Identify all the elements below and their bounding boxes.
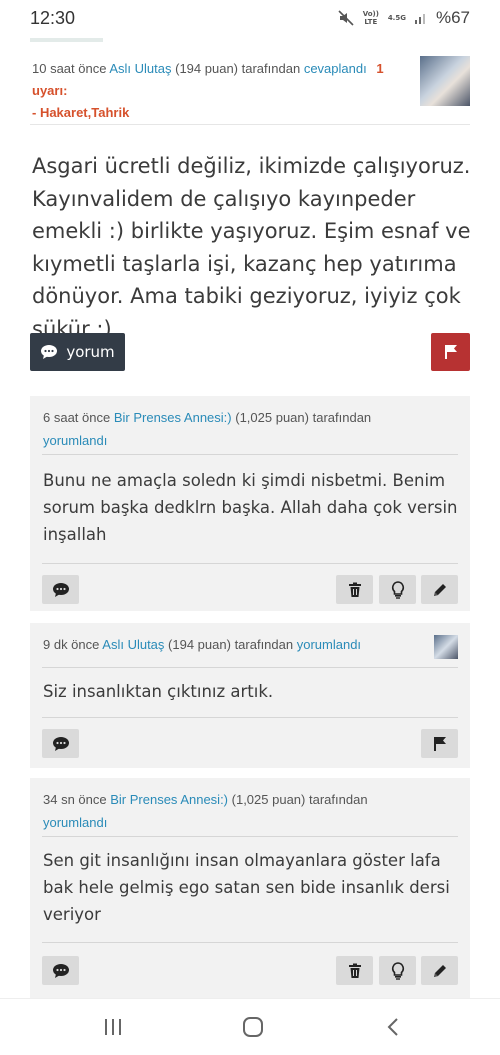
comment-button[interactable]: yorum	[30, 333, 125, 371]
comment-card: 34 sn önce Bir Prenses Annesi:) (1,025 p…	[30, 778, 470, 998]
answer-body: Asgari ücretli değiliz, ikimizde çalışıy…	[32, 154, 471, 341]
pencil-icon	[433, 583, 446, 596]
back-icon	[387, 1018, 398, 1036]
best-answer-button[interactable]	[379, 956, 416, 985]
comment-divider	[42, 942, 458, 943]
comment-divider	[42, 836, 458, 837]
flag-icon	[444, 345, 457, 359]
comment-divider	[42, 454, 458, 455]
edit-button[interactable]	[421, 956, 458, 985]
comment-author-link[interactable]: Bir Prenses Annesi:)	[110, 792, 228, 807]
answer-divider	[30, 124, 470, 125]
comment-card: 9 dk önce Aslı Ulutaş (194 puan) tarafın…	[30, 623, 470, 768]
pencil-icon	[433, 964, 446, 977]
comment-body: Siz insanlıktan çıktınız artık.	[43, 682, 274, 701]
comment-body: Sen git insanlığını insan olmayanlara gö…	[43, 851, 450, 924]
lightbulb-icon	[391, 580, 404, 599]
speech-bubble-icon	[52, 963, 69, 978]
lightbulb-icon	[391, 961, 404, 980]
comment-button-label: yorum	[66, 343, 115, 361]
recent-apps-icon	[105, 1019, 121, 1035]
mute-icon	[338, 10, 354, 26]
comment-divider	[42, 667, 458, 668]
comment-author-link[interactable]: Aslı Ulutaş	[102, 637, 164, 652]
speech-bubble-icon	[41, 345, 58, 359]
battery-level: %67	[435, 8, 470, 27]
comment-time: 6 saat önce	[43, 410, 111, 425]
best-answer-button[interactable]	[379, 575, 416, 604]
answer-author-link[interactable]: Aslı Ulutaş	[109, 61, 171, 76]
back-button[interactable]	[373, 1013, 413, 1041]
home-icon	[243, 1017, 263, 1037]
comment-meta: 6 saat önce Bir Prenses Annesi:) (1,025 …	[43, 406, 423, 452]
comment-points: (1,025 puan)	[231, 792, 306, 807]
comment-divider	[42, 563, 458, 564]
answer-by: tarafından	[241, 61, 301, 76]
comment-card: 6 saat önce Bir Prenses Annesi:) (1,025 …	[30, 396, 470, 611]
comment-divider	[42, 717, 458, 718]
comment-author-link[interactable]: Bir Prenses Annesi:)	[114, 410, 232, 425]
recent-apps-button[interactable]	[93, 1013, 133, 1041]
answer-time: 10 saat önce	[32, 61, 107, 76]
trash-icon	[348, 582, 361, 597]
reply-button[interactable]	[42, 729, 79, 758]
warning-label: uyarı:	[32, 83, 68, 98]
report-button[interactable]	[431, 333, 470, 371]
signal-icon	[414, 14, 425, 24]
home-button[interactable]	[233, 1013, 273, 1041]
network-indicator: 4.5G	[387, 14, 406, 22]
page-content: 10 saat önce Aslı Ulutaş (194 puan) tara…	[0, 38, 500, 998]
status-bar: 12:30 Vo)) LTE 4.5G %67	[0, 0, 500, 38]
warning-reason: - Hakaret,Tahrik	[32, 105, 130, 120]
comment-by: tarafından	[309, 792, 368, 807]
comment-time: 34 sn önce	[43, 792, 107, 807]
status-icons: Vo)) LTE 4.5G %67	[338, 8, 470, 28]
answer-meta: 10 saat önce Aslı Ulutaş (194 puan) tara…	[32, 58, 412, 124]
reply-button[interactable]	[42, 575, 79, 604]
speech-bubble-icon	[52, 582, 69, 597]
answer-action-link[interactable]: cevaplandı	[304, 61, 367, 76]
comment-points: (194 puan)	[168, 637, 231, 652]
comment-author-avatar[interactable]	[434, 635, 458, 659]
trash-icon	[348, 963, 361, 978]
comment-by: tarafından	[234, 637, 294, 652]
comment-action-link[interactable]: yorumlandı	[43, 433, 107, 448]
warning-count: 1	[376, 61, 384, 76]
speech-bubble-icon	[52, 736, 69, 751]
comment-meta: 9 dk önce Aslı Ulutaş (194 puan) tarafın…	[43, 633, 423, 656]
system-nav-bar	[0, 998, 500, 1055]
comment-time: 9 dk önce	[43, 637, 100, 652]
delete-button[interactable]	[336, 575, 373, 604]
comment-action-link[interactable]: yorumlandı	[297, 637, 361, 652]
comment-meta: 34 sn önce Bir Prenses Annesi:) (1,025 p…	[43, 788, 423, 834]
answer-author-avatar[interactable]	[420, 56, 470, 106]
answer-points: (194 puan)	[175, 61, 239, 76]
volte-indicator: Vo)) LTE	[362, 10, 379, 26]
comment-body: Bunu ne amaçla soledn ki şimdi nisbetmi.…	[43, 471, 458, 544]
comment-by: tarafından	[312, 410, 372, 425]
reply-button[interactable]	[42, 956, 79, 985]
delete-button[interactable]	[336, 956, 373, 985]
comment-points: (1,025 puan)	[235, 410, 309, 425]
status-time: 12:30	[30, 8, 76, 28]
edit-button[interactable]	[421, 575, 458, 604]
top-divider	[30, 38, 103, 42]
flag-icon	[433, 736, 446, 751]
report-button[interactable]	[421, 729, 458, 758]
comment-action-link[interactable]: yorumlandı	[43, 815, 107, 830]
